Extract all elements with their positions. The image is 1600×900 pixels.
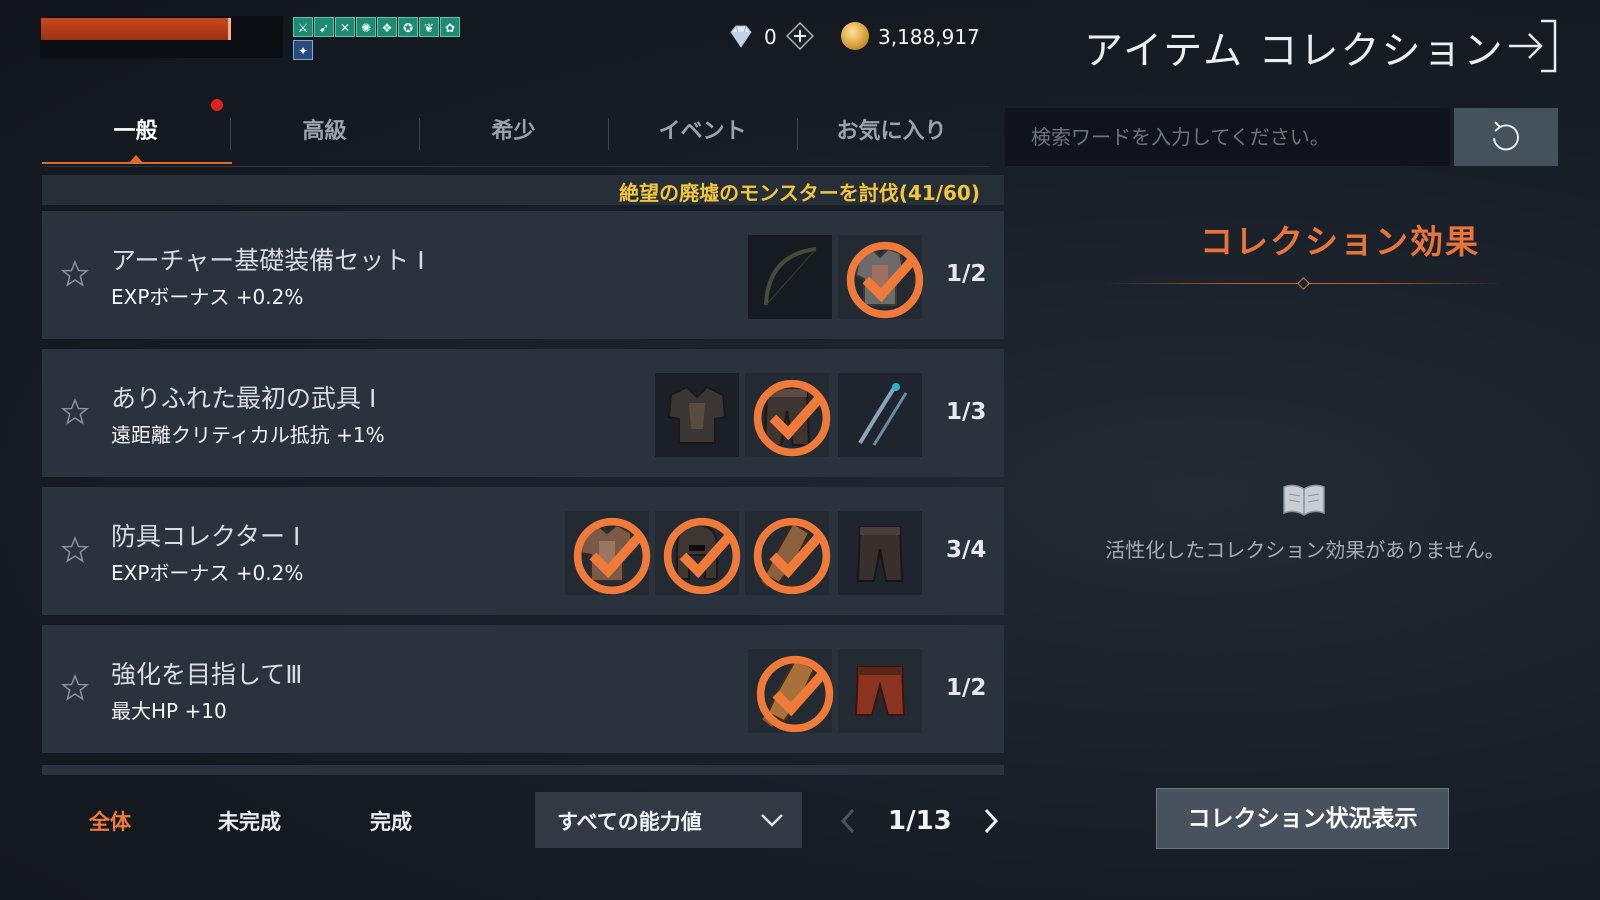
favorite-star-icon[interactable] xyxy=(60,397,90,427)
collection-card[interactable]: 防具コレクター Ⅰ EXPボーナス +0.2% 3/4 xyxy=(42,487,1004,615)
previous-page-icon[interactable] xyxy=(838,806,858,836)
obtained-check-icon xyxy=(753,517,831,595)
collection-status-button[interactable]: コレクション状況表示 xyxy=(1156,788,1449,849)
collection-name: アーチャー基礎装備セット Ⅰ xyxy=(111,246,425,275)
no-effects-message: 活性化したコレクション効果がありません。 xyxy=(1105,538,1505,562)
item-slot[interactable] xyxy=(655,373,739,457)
tab-premium[interactable]: 高級 xyxy=(231,104,418,160)
item-slot[interactable] xyxy=(838,235,924,319)
tab-event[interactable]: イベント xyxy=(609,104,796,160)
obtained-check-icon xyxy=(663,517,741,595)
quest-banner: 絶望の廃墟のモンスターを討伐(41/60) xyxy=(42,175,1004,205)
exit-icon[interactable] xyxy=(1507,18,1559,74)
next-page-icon[interactable] xyxy=(981,806,1001,836)
collection-name: 強化を目指してⅢ xyxy=(111,660,303,689)
diamond-icon xyxy=(730,25,752,48)
red-pants-icon xyxy=(838,649,922,733)
buff-icon: ➹ xyxy=(314,17,334,37)
refresh-icon xyxy=(1493,121,1519,151)
quest-text: 絶望の廃墟のモンスターを討伐(41/60) xyxy=(619,181,980,205)
buff-icon: ⚔ xyxy=(293,17,313,37)
buff-icon: ❖ xyxy=(377,17,397,37)
collection-card[interactable]: ありふれた最初の武具 Ⅰ 遠距離クリティカル抵抗 +1% 1/3 xyxy=(42,349,1004,477)
tab-general[interactable]: 一般 xyxy=(42,104,229,160)
collection-bonus: 最大HP +10 xyxy=(111,699,227,723)
hp-bar-cap xyxy=(228,18,231,40)
page-indicator: 1/13 xyxy=(888,806,952,836)
filter-incomplete[interactable]: 未完成 xyxy=(218,806,281,836)
obtained-check-icon xyxy=(846,241,924,319)
buff-icon: ✕ xyxy=(335,17,355,37)
next-card-edge xyxy=(42,765,1004,775)
page-title: アイテム コレクション xyxy=(1084,29,1505,74)
item-slot[interactable] xyxy=(655,511,741,595)
dual-blades-icon xyxy=(838,373,922,457)
buff-icon: ✺ xyxy=(356,17,376,37)
collection-progress: 1/2 xyxy=(946,261,987,287)
collection-bonus: EXPボーナス +0.2% xyxy=(111,285,304,309)
favorite-star-icon[interactable] xyxy=(60,259,90,289)
effects-divider-ornament xyxy=(1297,277,1310,290)
item-slot[interactable] xyxy=(838,511,922,595)
hp-bar xyxy=(40,16,283,58)
collection-progress: 1/2 xyxy=(946,675,987,701)
refresh-button[interactable] xyxy=(1454,108,1558,166)
collection-name: 防具コレクター Ⅰ xyxy=(111,522,301,551)
item-slot[interactable] xyxy=(838,649,922,733)
notification-dot xyxy=(211,99,223,111)
buff-icons: ⚔ ➹ ✕ ✺ ❖ ✪ ❦ ✿ xyxy=(293,17,460,37)
book-icon xyxy=(1283,484,1325,516)
collection-card[interactable]: 強化を目指してⅢ 最大HP +10 1/2 xyxy=(42,625,1004,753)
tab-favorites[interactable]: お気に入り xyxy=(798,104,985,160)
hp-bar-fill xyxy=(41,18,231,40)
item-slot[interactable] xyxy=(745,511,831,595)
obtained-check-icon xyxy=(573,517,651,595)
item-slot[interactable] xyxy=(565,511,651,595)
dark-pants-icon xyxy=(838,511,922,595)
stat-filter-label: すべての能力値 xyxy=(557,810,702,834)
obtained-check-icon xyxy=(756,655,834,733)
obtained-check-icon xyxy=(753,379,831,457)
filter-all[interactable]: 全体 xyxy=(89,806,131,836)
dark-chest-armor-icon xyxy=(655,373,739,457)
buff-icon: ❦ xyxy=(419,17,439,37)
collection-bonus: EXPボーナス +0.2% xyxy=(111,561,304,585)
buff-icon: ✦ xyxy=(293,40,313,60)
collection-progress: 3/4 xyxy=(946,537,987,563)
item-slot[interactable] xyxy=(745,373,831,457)
search-input[interactable] xyxy=(1005,108,1450,166)
tab-rare[interactable]: 希少 xyxy=(420,104,607,160)
category-tabs: 一般 高級 希少 イベント お気に入り xyxy=(42,104,990,164)
stat-filter-dropdown[interactable]: すべての能力値 xyxy=(535,792,802,848)
collection-card[interactable]: アーチャー基礎装備セット Ⅰ EXPボーナス +0.2% 1/2 xyxy=(42,211,1004,339)
gem-count: 0 xyxy=(764,25,777,49)
favorite-star-icon[interactable] xyxy=(60,673,90,703)
buff-icon: ✪ xyxy=(398,17,418,37)
collection-progress: 1/3 xyxy=(946,399,987,425)
bow-icon xyxy=(748,235,832,319)
item-slot[interactable] xyxy=(748,235,832,319)
effects-title: コレクション効果 xyxy=(1200,222,1480,261)
filter-complete[interactable]: 完成 xyxy=(370,806,412,836)
favorite-star-icon[interactable] xyxy=(60,535,90,565)
item-slot[interactable] xyxy=(748,649,834,733)
buff-icon: ✿ xyxy=(440,17,460,37)
collection-name: ありふれた最初の武具 Ⅰ xyxy=(111,384,377,413)
add-gems-icon[interactable] xyxy=(786,22,814,50)
item-slot[interactable] xyxy=(838,373,922,457)
chevron-down-icon xyxy=(761,814,783,827)
tab-divider-line xyxy=(42,166,990,167)
active-tab-marker xyxy=(129,155,143,163)
collection-bonus: 遠距離クリティカル抵抗 +1% xyxy=(111,423,385,447)
gold-amount: 3,188,917 xyxy=(878,25,980,49)
gold-coin-icon xyxy=(841,22,869,50)
